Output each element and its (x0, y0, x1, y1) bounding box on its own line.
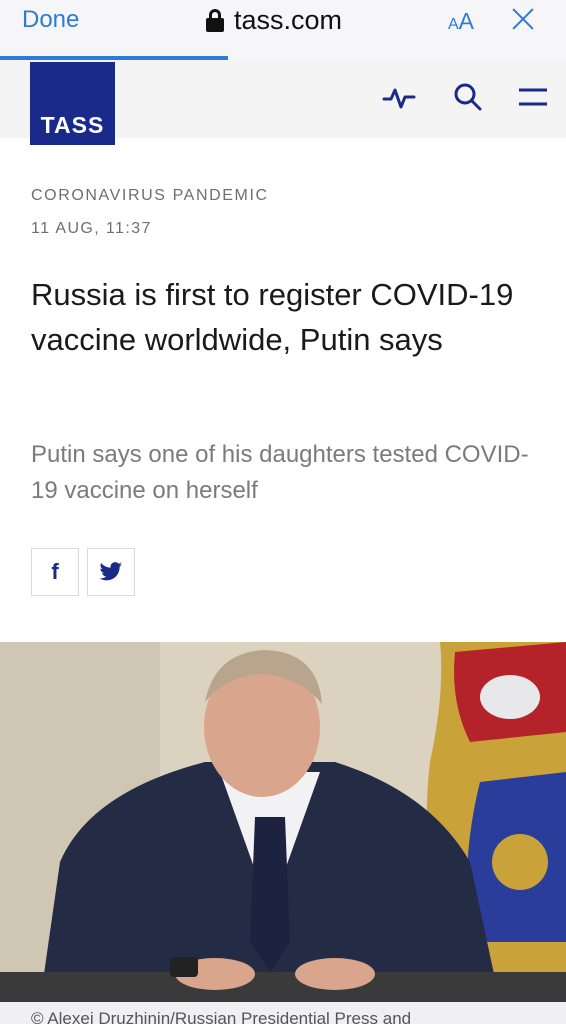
menu-icon[interactable] (516, 80, 550, 114)
article-subheadline: Putin says one of his daughters tested C… (31, 441, 529, 504)
share-facebook-button[interactable]: f (31, 548, 79, 596)
search-icon[interactable] (451, 80, 485, 114)
tass-logo[interactable]: TASS (30, 62, 115, 145)
article-date: 11 AUG, 11:37 (31, 220, 152, 237)
text-size-button[interactable]: AA (448, 8, 474, 35)
article-headline: Russia is first to register COVID-19 vac… (31, 277, 514, 357)
facebook-icon: f (51, 559, 59, 584)
done-button[interactable]: Done (22, 6, 79, 34)
site-header: TASS (0, 60, 566, 145)
share-twitter-button[interactable] (87, 548, 135, 596)
close-icon[interactable] (510, 6, 536, 32)
photo-caption-bar: © Alexei Druzhinin/Russian Presidential … (0, 1002, 566, 1028)
logo-text: TASS (40, 112, 105, 138)
address-bar[interactable]: tass.com (206, 4, 342, 36)
url-text: tass.com (234, 4, 343, 35)
article-photo-illustration (0, 642, 566, 1002)
article-category[interactable]: CORONAVIRUS PANDEMIC (31, 187, 269, 205)
pulse-icon[interactable] (382, 80, 416, 114)
lock-icon (206, 8, 224, 32)
article-photo (0, 642, 566, 1002)
browser-toolbar: Done tass.com AA (0, 0, 566, 60)
photo-caption: © Alexei Druzhinin/Russian Presidential … (31, 1009, 412, 1028)
twitter-icon (99, 562, 122, 581)
